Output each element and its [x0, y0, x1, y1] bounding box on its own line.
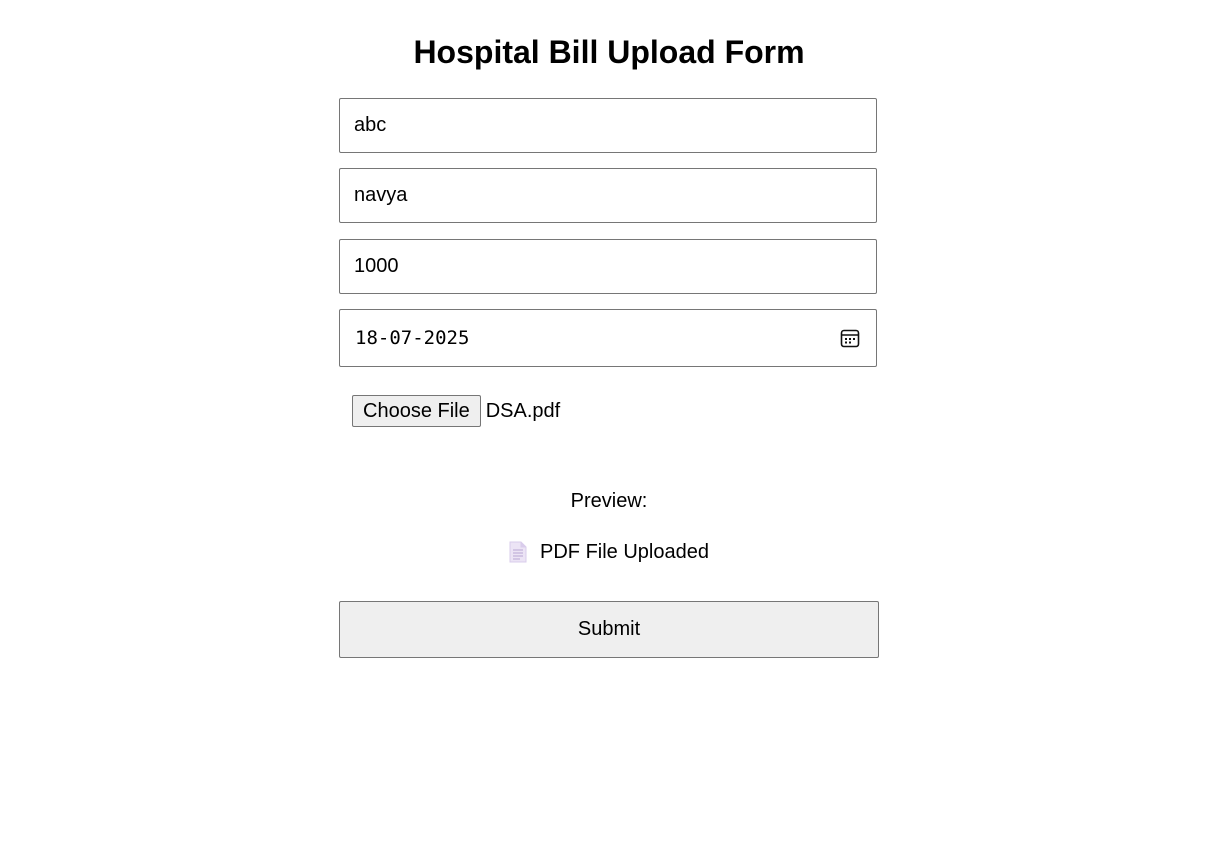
choose-file-button[interactable]: Choose File	[352, 395, 481, 427]
date-field[interactable]: 18-07-2025	[339, 309, 877, 367]
file-input[interactable]: Choose File DSA.pdf	[352, 395, 560, 427]
document-icon	[509, 541, 527, 563]
amount-value: 1000	[354, 255, 399, 277]
hospital-name-value: abc	[354, 114, 387, 136]
preview-text: PDF File Uploaded	[540, 541, 709, 563]
amount-field[interactable]: 1000	[339, 239, 877, 294]
date-value: 18-07-2025	[355, 327, 470, 349]
preview-content: PDF File Uploaded	[0, 540, 1218, 564]
form-title: Hospital Bill Upload Form	[413, 34, 805, 70]
patient-name-value: navya	[354, 184, 408, 206]
submit-button[interactable]: Submit	[339, 601, 879, 658]
calendar-icon[interactable]	[840, 328, 860, 348]
preview-label: Preview:	[570, 490, 648, 512]
patient-name-field[interactable]: navya	[339, 168, 877, 223]
hospital-name-field[interactable]: abc	[339, 98, 877, 153]
page: Hospital Bill Upload Form abc navya 1000…	[0, 0, 1226, 852]
file-name: DSA.pdf	[485, 399, 561, 422]
